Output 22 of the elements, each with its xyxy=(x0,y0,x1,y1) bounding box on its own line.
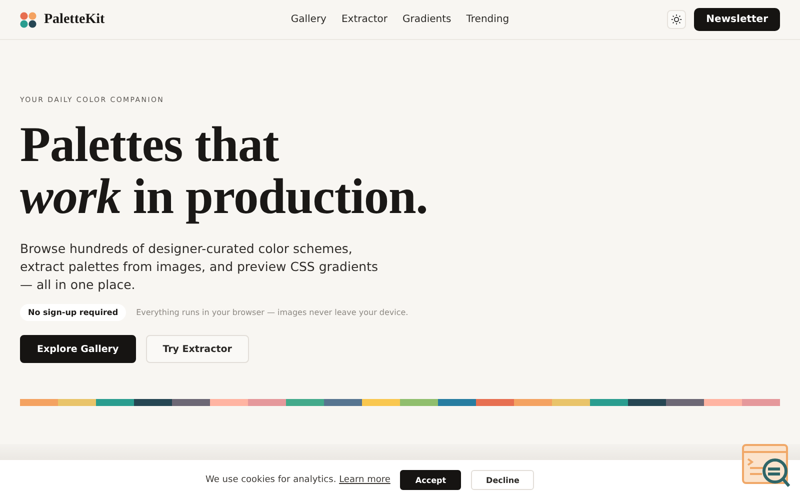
headline: in production. xyxy=(132,170,428,222)
headline: Palettes that xyxy=(20,118,279,170)
privacy-note: Everything runs in your browser — images never leave your device. xyxy=(136,308,408,317)
nav-link[interactable]: Gradients xyxy=(402,14,452,25)
explore-button[interactable]: Explore Gallery xyxy=(20,335,136,363)
headline-emphasis: work xyxy=(20,170,121,222)
nav-link[interactable]: Gallery xyxy=(290,14,326,25)
hero-description: Browse hundreds of designer-curated color schemes, extract palettes from images, and preview CSS gradients — all in one place. xyxy=(20,240,379,294)
nav-link[interactable]: Trending xyxy=(466,14,510,25)
brand-name[interactable]: PaletteKit xyxy=(44,12,105,28)
cookie-text: We use cookies for analytics. Learn more xyxy=(206,475,390,485)
nav-link[interactable]: Extractor xyxy=(341,14,388,25)
newsletter-button[interactable]: Newsletter xyxy=(694,8,780,31)
logo-icon xyxy=(20,12,37,28)
sun-icon xyxy=(671,14,682,25)
learn-more-link[interactable]: Learn more xyxy=(339,475,390,485)
theme-toggle[interactable] xyxy=(667,10,686,29)
browser-search-icon[interactable] xyxy=(742,444,792,490)
accept-button[interactable]: Accept xyxy=(400,470,462,490)
decline-button[interactable]: Decline xyxy=(471,470,534,490)
info-badge: No sign-up required xyxy=(20,304,126,321)
extractor-button[interactable]: Try Extractor xyxy=(146,335,249,363)
